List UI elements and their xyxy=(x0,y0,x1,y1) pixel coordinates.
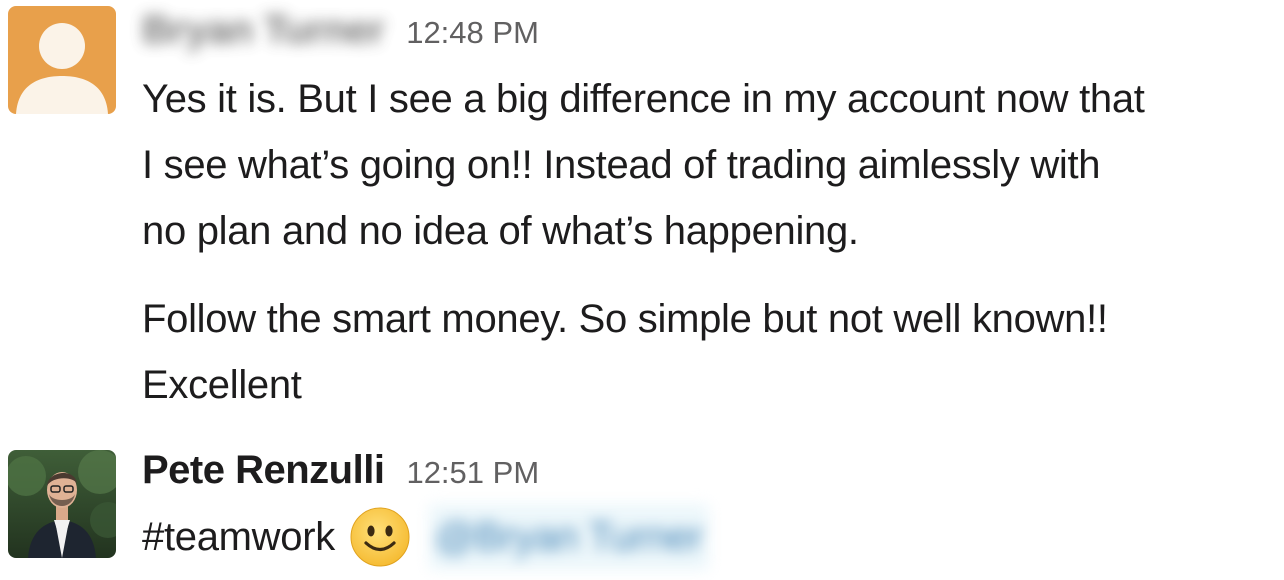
message-line: I see what’s going on!! Instead of tradi… xyxy=(142,143,1101,187)
message-line: Excellent xyxy=(142,363,302,407)
default-user-avatar-icon xyxy=(8,6,116,114)
message-item: Pete Renzulli 12:51 PM #teamwork @Bryan … xyxy=(0,440,1284,580)
message-body: #teamwork @Bryan Turner xyxy=(142,504,1277,570)
message-timestamp[interactable]: 12:48 PM xyxy=(406,15,539,51)
message-timestamp[interactable]: 12:51 PM xyxy=(406,455,539,491)
user-avatar[interactable] xyxy=(8,6,116,114)
user-avatar[interactable] xyxy=(8,450,116,558)
message-line: no plan and no idea of what’s happening. xyxy=(142,209,859,253)
message-header: Pete Renzulli 12:51 PM xyxy=(142,448,539,500)
user-mention[interactable]: @Bryan Turner xyxy=(428,504,709,570)
slightly-smiling-face-icon xyxy=(349,506,411,568)
sender-name[interactable]: Pete Renzulli xyxy=(142,448,385,493)
message-line: Follow the smart money. So simple but no… xyxy=(142,297,1108,341)
message-paragraph: Yes it is. But I see a big difference in… xyxy=(142,66,1277,264)
message-header: Bryan Turner 12:48 PM xyxy=(142,8,539,60)
sender-name[interactable]: Bryan Turner xyxy=(142,8,385,53)
hashtag-text: #teamwork xyxy=(142,515,335,559)
message-item: Bryan Turner 12:48 PM Yes it is. But I s… xyxy=(0,0,1284,430)
message-paragraph: Follow the smart money. So simple but no… xyxy=(142,286,1277,418)
profile-photo-icon xyxy=(8,450,116,558)
message-line: Yes it is. But I see a big difference in… xyxy=(142,77,1145,121)
